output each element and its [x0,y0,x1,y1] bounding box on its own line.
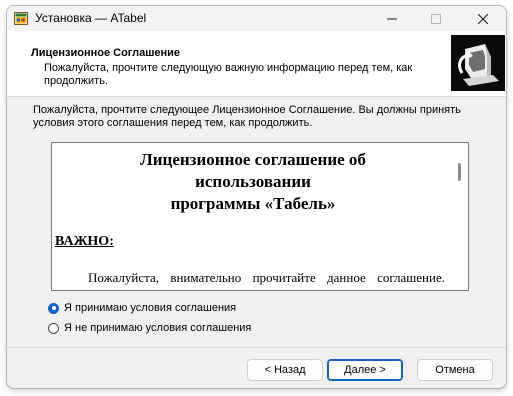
decline-radio-label[interactable]: Я не принимаю условия соглашения [64,322,251,334]
maximize-button[interactable] [413,6,459,31]
minimize-button[interactable] [369,6,415,31]
close-icon [478,13,488,24]
license-paragraph: Пожалуйста, внимательно прочитайте данно… [55,270,445,290]
maximize-icon [431,13,441,24]
window-title: Установка — ATabel [35,11,147,25]
title-bar[interactable]: Установка — ATabel [7,6,506,31]
setup-computer-icon [451,35,505,91]
back-button[interactable]: < Назад [247,359,323,381]
license-text-box[interactable]: Лицензионное соглашение об использовании… [51,142,469,291]
next-button[interactable]: Далее > [327,359,403,381]
cancel-button[interactable]: Отмена [417,359,493,381]
minimize-icon [387,18,397,19]
decline-radio-option[interactable]: Я не принимаю условия соглашения [48,320,251,336]
accept-radio[interactable] [48,302,59,314]
app-icon [14,12,28,25]
license-scrollbar-thumb[interactable] [458,163,461,181]
license-heading-line-1: Лицензионное соглашение об [140,150,366,169]
page-title: Лицензионное Соглашение [31,47,181,59]
accept-radio-label[interactable]: Я принимаю условия соглашения [64,302,236,314]
page-description: Пожалуйста, прочтите следующую важную ин… [44,62,413,87]
license-heading-line-3: программы «Табель» [170,194,336,213]
license-heading-line-2: использовании [195,172,311,191]
installer-window: Установка — ATabel Лицензионное Соглашен… [6,5,507,389]
footer-divider [7,347,506,348]
close-button[interactable] [460,6,506,31]
accept-radio-option[interactable]: Я принимаю условия соглашения [48,300,236,316]
license-important-label: ВАЖНО: [55,234,114,249]
intro-text: Пожалуйста, прочтите следующее Лицензион… [33,104,461,129]
wizard-header: Лицензионное Соглашение Пожалуйста, проч… [7,31,506,97]
decline-radio[interactable] [48,322,59,334]
